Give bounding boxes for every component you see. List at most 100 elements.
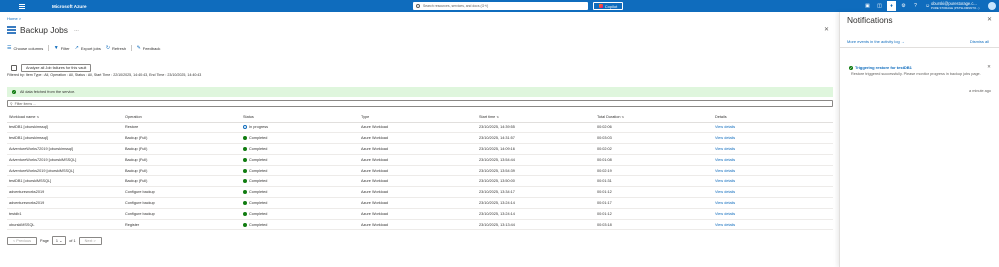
pagination: < Previous Page 1 ⌄ of 1 Next > bbox=[7, 236, 102, 245]
completed-icon bbox=[243, 200, 247, 205]
feedback-button[interactable]: ✎ Feedback bbox=[137, 45, 161, 51]
filter-summary: Filtered by: Item Type : All, Operation … bbox=[7, 73, 202, 77]
account-menu[interactable]: oburski@purestorage.c... PURE STORAGE (P… bbox=[931, 1, 979, 11]
directory-icon[interactable]: ◫ bbox=[875, 1, 884, 11]
filter-button[interactable]: ▼ Filter bbox=[54, 45, 70, 51]
view-details-link[interactable]: View details bbox=[715, 208, 833, 220]
page-select[interactable]: 1 ⌄ bbox=[51, 236, 67, 245]
table-row: testDB1 [oburskimssql] Backup (Full) Compl… bbox=[7, 132, 833, 145]
more-events-link[interactable]: More events in the activity log → bbox=[847, 39, 905, 44]
refresh-button[interactable]: ↻ Refresh bbox=[106, 45, 126, 51]
workload-name: testDB1 [oburskimssql] bbox=[7, 132, 125, 145]
view-details-link[interactable]: View details bbox=[715, 197, 833, 209]
status-label: Completed bbox=[249, 200, 268, 205]
feedback-label: Feedback bbox=[142, 45, 161, 51]
header-label: Start time bbox=[479, 114, 496, 119]
avatar[interactable] bbox=[988, 2, 996, 10]
choose-columns-button[interactable]: ☰ Choose columns bbox=[7, 45, 43, 51]
completed-icon bbox=[243, 136, 247, 141]
view-details-link[interactable]: View details bbox=[715, 175, 833, 188]
close-icon[interactable]: ✕ bbox=[987, 16, 992, 23]
start-time: 23/10/2025, 13:24:14 bbox=[479, 208, 597, 220]
jobs-table: Workload name ⇅ Operation Status Type St… bbox=[7, 112, 833, 231]
bell-icon[interactable]: ♦ bbox=[887, 1, 896, 11]
start-time: 23/10/2025, 13:24:14 bbox=[479, 197, 597, 209]
info-bar: ✓ All data fetched from the service. bbox=[7, 87, 833, 97]
backup-jobs-icon bbox=[7, 26, 16, 36]
more-options-button[interactable]: … bbox=[74, 27, 79, 33]
view-details-link[interactable]: View details bbox=[715, 186, 833, 199]
gear-icon[interactable]: ⚙ bbox=[899, 1, 908, 11]
table-header-row: Workload name ⇅ Operation Status Type St… bbox=[7, 112, 833, 123]
export-jobs-button[interactable]: ↗ Export jobs bbox=[75, 45, 101, 51]
operation: Backup (Full) bbox=[125, 132, 243, 145]
status-label: Completed bbox=[249, 146, 268, 151]
cloud-shell-icon[interactable]: ▣ bbox=[863, 1, 872, 11]
close-icon[interactable]: ✕ bbox=[987, 64, 991, 70]
type: Azure Workload bbox=[361, 154, 479, 166]
view-details-link[interactable]: View details bbox=[715, 143, 833, 155]
copilot-button[interactable]: Copilot bbox=[593, 2, 623, 10]
export-icon: ↗ bbox=[74, 45, 79, 51]
operation: Backup (Full) bbox=[125, 154, 243, 166]
help-icon[interactable]: ? bbox=[911, 1, 920, 11]
total-duration: 00:03:03 bbox=[597, 132, 715, 145]
in-progress-icon bbox=[243, 125, 247, 130]
breadcrumb[interactable]: Home > bbox=[7, 16, 21, 21]
feedback-icon: ✎ bbox=[136, 45, 141, 51]
operation: Configure backup bbox=[125, 186, 243, 199]
column-header-details: Details bbox=[715, 112, 833, 123]
column-header-duration[interactable]: Total Duration ⇅ bbox=[597, 112, 715, 123]
toolbar-divider bbox=[48, 45, 49, 51]
column-header-start-time[interactable]: Start time ⇅ bbox=[479, 112, 597, 123]
view-details-link[interactable]: View details bbox=[715, 165, 833, 177]
global-search-input[interactable]: Search resources, services, and docs (G+… bbox=[413, 2, 588, 10]
dismiss-all-button[interactable]: Dismiss all bbox=[970, 39, 989, 44]
filter-items-input[interactable]: ⚲ Filter items ... bbox=[7, 100, 833, 107]
header-label: Workload name bbox=[9, 114, 36, 119]
next-page-button[interactable]: Next > bbox=[78, 236, 102, 245]
type: Azure Workload bbox=[361, 143, 479, 155]
view-details-link[interactable]: View details bbox=[715, 154, 833, 166]
search-placeholder: Search resources, services, and docs (G+… bbox=[423, 4, 489, 8]
start-time: 23/10/2025, 13:50:00 bbox=[479, 175, 597, 188]
status-cell: In progress bbox=[243, 122, 361, 134]
completed-icon bbox=[243, 179, 247, 184]
column-header-workload[interactable]: Workload name ⇅ bbox=[7, 112, 125, 123]
refresh-icon: ↻ bbox=[105, 45, 111, 51]
view-details-link[interactable]: View details bbox=[715, 122, 833, 134]
table-row: adventureworks2019 Configure backup Comple… bbox=[7, 186, 833, 199]
brand-title[interactable]: Microsoft Azure bbox=[52, 4, 87, 9]
toolbar-divider bbox=[131, 45, 132, 51]
close-icon[interactable]: ✕ bbox=[824, 26, 829, 33]
view-details-link[interactable]: View details bbox=[715, 132, 833, 145]
info-message: All data fetched from the service. bbox=[20, 90, 76, 94]
header-label: Details bbox=[715, 114, 727, 119]
type: Azure Workload bbox=[361, 197, 479, 209]
notifications-panel: Notifications ✕ More events in the activ… bbox=[839, 12, 999, 267]
table-row: AdventureWorks72019 [oburskimssql] Backup… bbox=[7, 143, 833, 155]
type: Azure Workload bbox=[361, 122, 479, 134]
workload-name: testdb1 bbox=[7, 208, 125, 220]
total-duration: 00:01:12 bbox=[597, 208, 715, 220]
view-details-link[interactable]: View details bbox=[715, 219, 833, 231]
operation: Configure backup bbox=[125, 197, 243, 209]
menu-icon[interactable] bbox=[19, 0, 29, 12]
refresh-label: Refresh bbox=[112, 45, 127, 51]
search-icon bbox=[416, 4, 420, 8]
start-time: 23/10/2025, 13:13:44 bbox=[479, 219, 597, 231]
completed-icon bbox=[243, 168, 247, 173]
header-label: Type bbox=[361, 114, 370, 119]
header-label: Total Duration bbox=[597, 114, 621, 119]
sort-icon: ⇅ bbox=[496, 114, 499, 119]
status-label: Completed bbox=[249, 179, 268, 184]
column-header-type: Type bbox=[361, 112, 479, 123]
status-label: Completed bbox=[249, 168, 268, 173]
operation: Backup (Full) bbox=[125, 175, 243, 188]
operation: Configure backup bbox=[125, 208, 243, 220]
completed-icon bbox=[243, 190, 247, 195]
filter-icon: ▼ bbox=[53, 45, 59, 51]
analyze-failures-button[interactable]: Analyze all Job failures for this vault bbox=[21, 64, 92, 72]
start-time: 23/10/2025, 13:54:44 bbox=[479, 154, 597, 166]
previous-page-button[interactable]: < Previous bbox=[7, 236, 38, 245]
